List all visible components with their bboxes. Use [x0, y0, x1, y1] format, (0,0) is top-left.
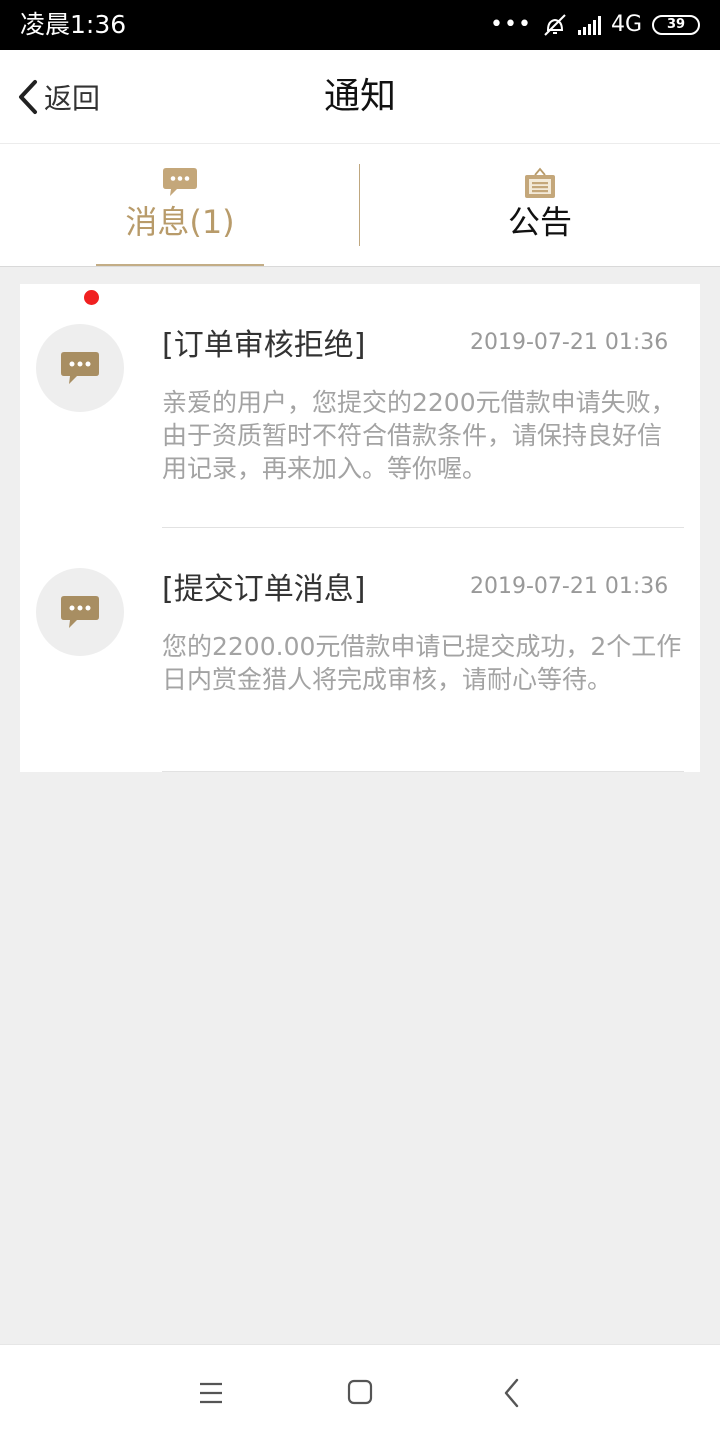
page-title: 通知: [323, 76, 396, 117]
unread-dot: [84, 290, 99, 305]
network-type: 4G: [610, 12, 642, 37]
tab-announcements[interactable]: 公告: [360, 144, 720, 267]
chat-bubble-icon: [163, 168, 197, 196]
more-dots-icon: •••: [490, 12, 532, 37]
message-list: [订单审核拒绝] 2019-07-21 01:36 亲爱的用户，您提交的2200…: [20, 284, 700, 772]
signal-strength-icon: [577, 15, 601, 35]
tab-messages[interactable]: 消息(1): [0, 144, 360, 267]
list-item[interactable]: [提交订单消息] 2019-07-21 01:36 您的2200.00元借款申请…: [20, 528, 700, 772]
battery-level: 39: [666, 17, 686, 32]
avatar: [36, 568, 124, 656]
divider: [162, 771, 684, 772]
header: 返回 通知: [0, 50, 720, 144]
home-button[interactable]: [340, 1375, 380, 1411]
message-title: [订单审核拒绝]: [162, 328, 366, 363]
system-nav-bar: [0, 1344, 720, 1440]
system-back-button[interactable]: [492, 1375, 532, 1411]
back-icon: [504, 1378, 519, 1408]
chat-bubble-icon: [61, 596, 99, 628]
status-bar: 凌晨1:36 ••• 4G 39: [0, 0, 720, 50]
message-title: [提交订单消息]: [162, 572, 366, 607]
message-body: 亲爱的用户，您提交的2200元借款申请失败，由于资质暂时不符合借款条件，请保持良…: [162, 388, 676, 483]
message-time: 2019-07-21 01:36: [470, 330, 669, 355]
battery-icon: 39: [652, 15, 700, 35]
status-indicators: ••• 4G 39: [490, 10, 700, 40]
message-time: 2019-07-21 01:36: [470, 574, 669, 599]
tab-bar: 消息(1) 公告: [0, 144, 720, 267]
alarm-off-icon: [544, 14, 566, 36]
tab-messages-label: 消息(1): [125, 203, 235, 241]
chat-bubble-icon: [61, 352, 99, 384]
list-item[interactable]: [订单审核拒绝] 2019-07-21 01:36 亲爱的用户，您提交的2200…: [20, 284, 700, 528]
tab-announcements-label: 公告: [507, 203, 572, 241]
menu-icon: [200, 1382, 222, 1404]
notice-board-icon: [525, 167, 555, 198]
message-body: 您的2200.00元借款申请已提交成功，2个工作日内赏金猎人将完成审核，请耐心等…: [162, 632, 682, 694]
menu-button[interactable]: [191, 1375, 231, 1411]
status-time: 凌晨1:36: [20, 10, 127, 39]
home-icon: [347, 1379, 373, 1405]
avatar: [36, 324, 124, 412]
active-tab-indicator: [96, 264, 264, 266]
